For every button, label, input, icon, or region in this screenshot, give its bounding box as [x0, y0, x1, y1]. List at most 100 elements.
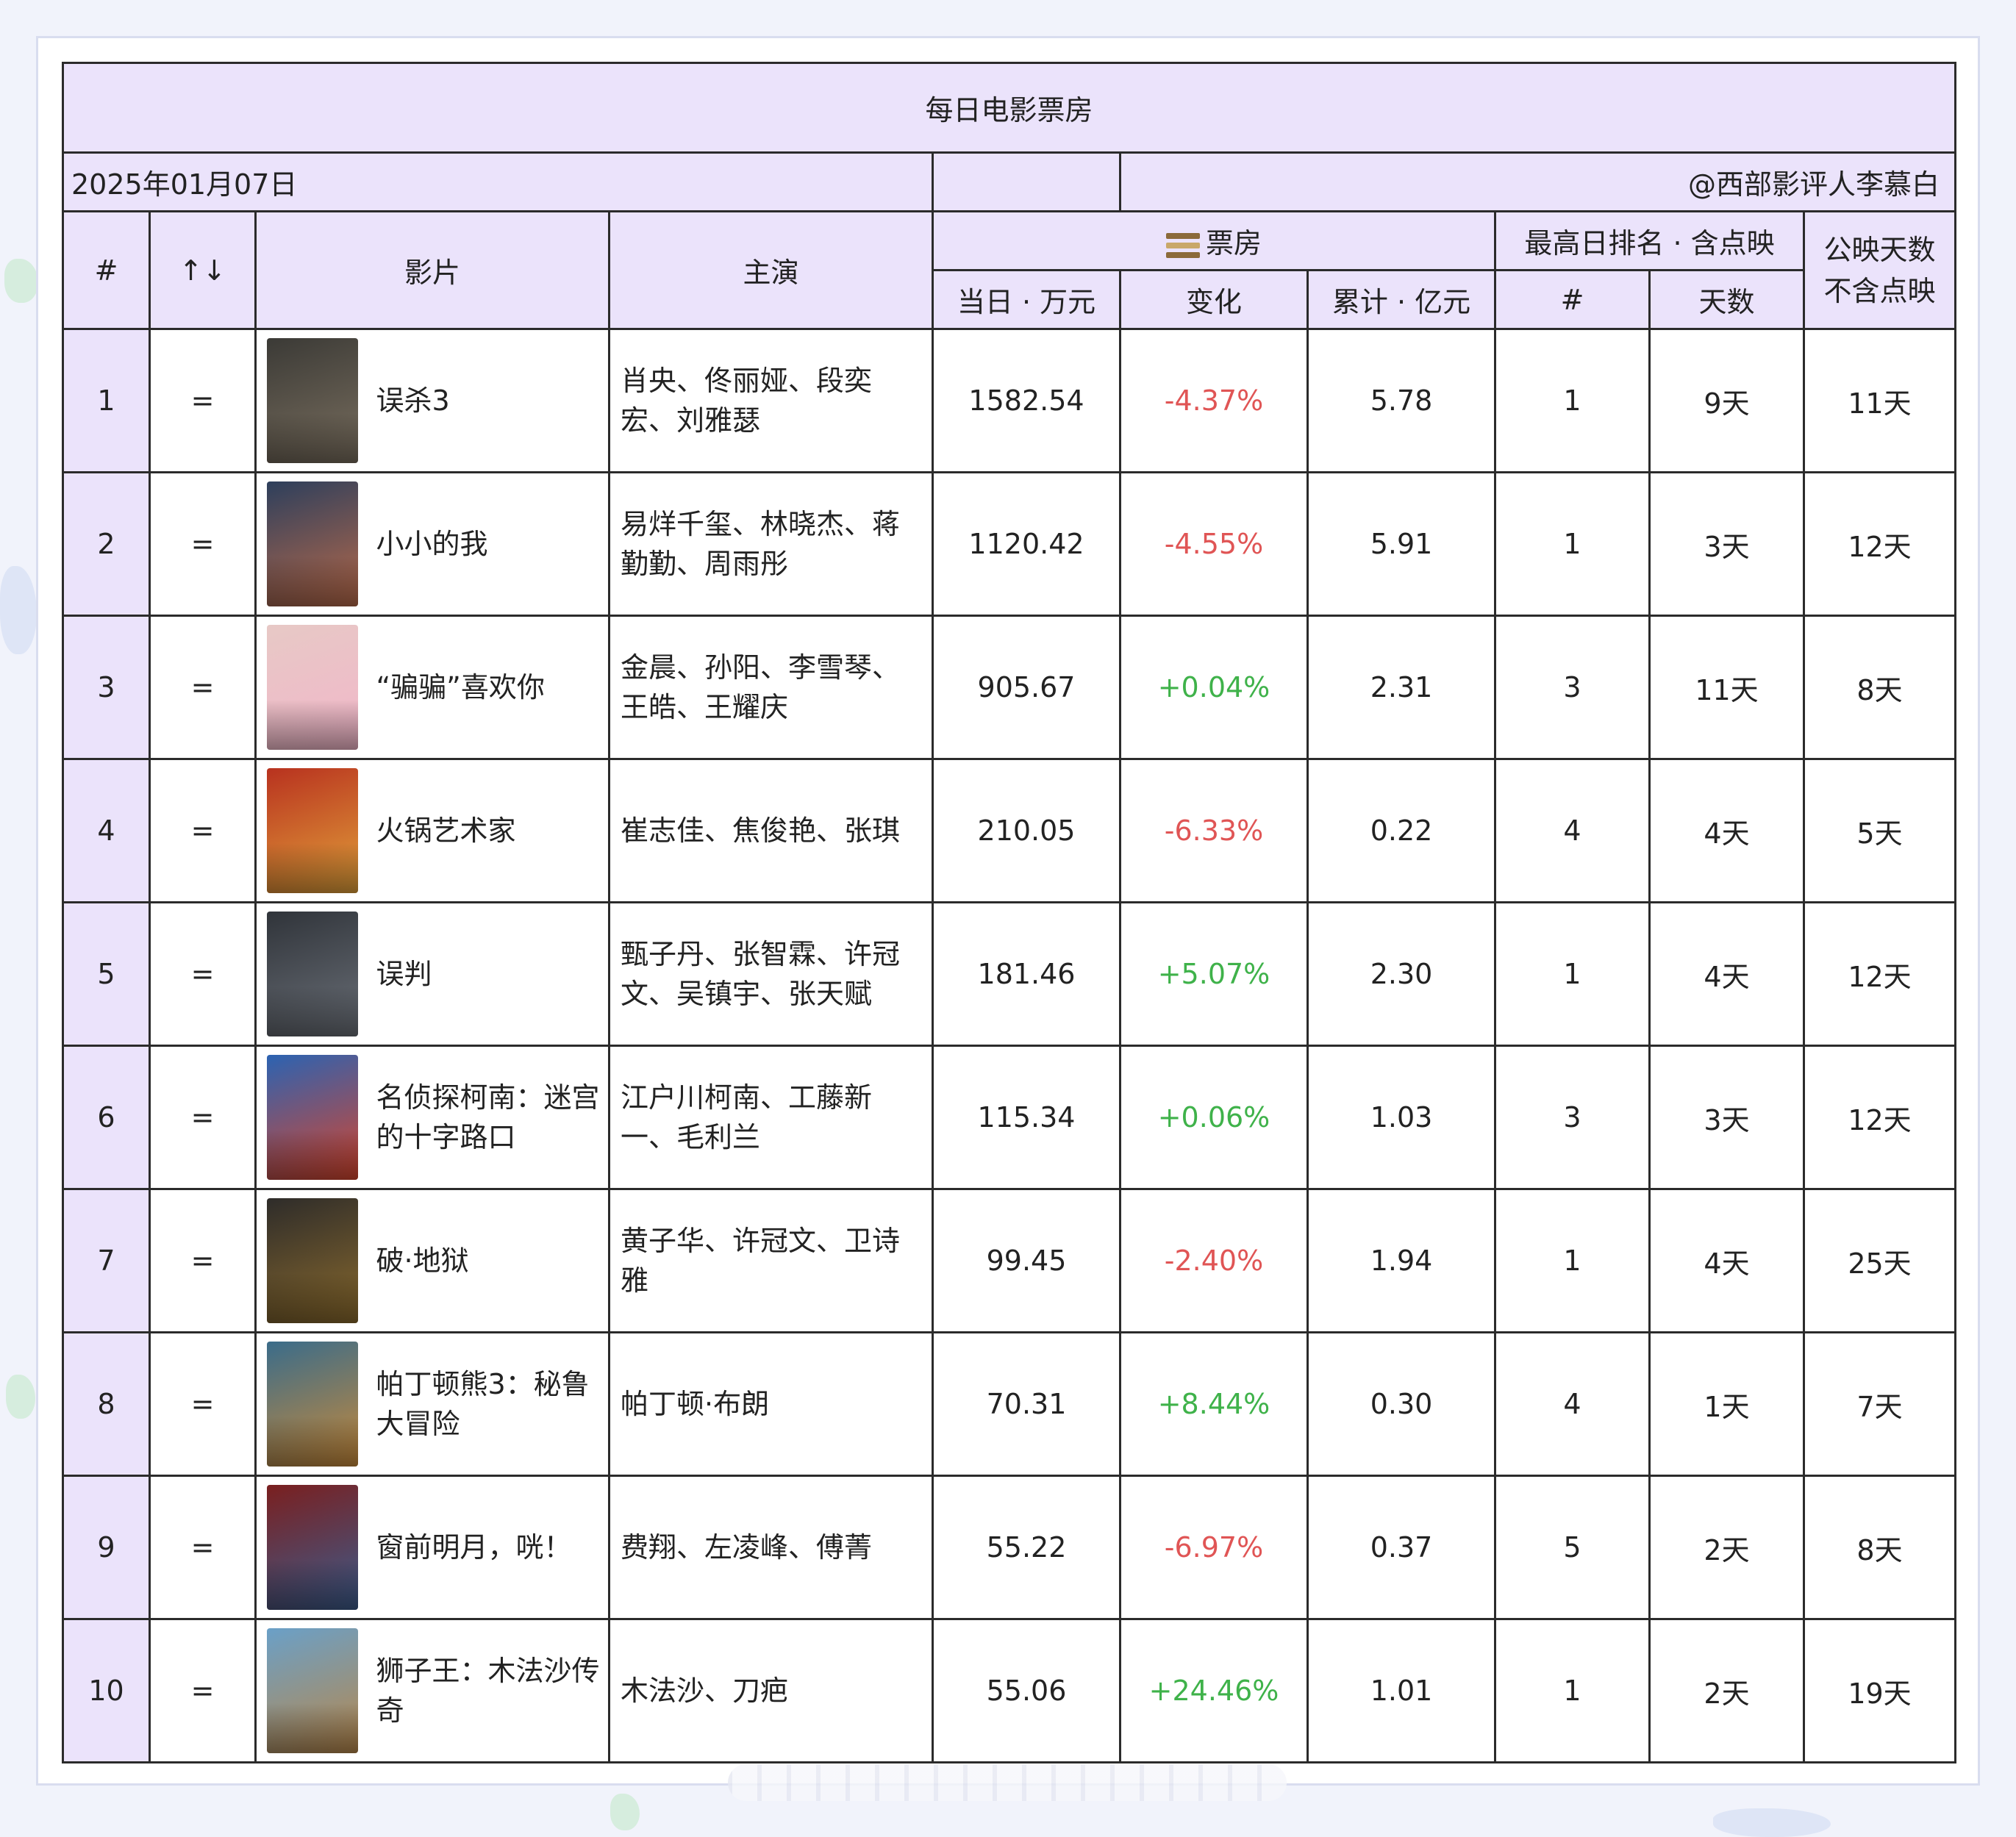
daily-boxoffice: 55.06 [932, 1618, 1121, 1763]
release-days-cell: 25天 [1802, 1188, 1957, 1333]
poster-cell [254, 1045, 369, 1190]
trend-cell: = [149, 1331, 257, 1477]
trend-cell: = [149, 1188, 257, 1333]
change-cell: +24.46% [1119, 1618, 1309, 1763]
total-boxoffice: 2.30 [1307, 901, 1496, 1047]
film-title[interactable]: “骗骗”喜欢你 [368, 615, 610, 760]
daily-boxoffice: 905.67 [932, 615, 1121, 760]
trend-cell: = [149, 758, 257, 903]
best-rank-cell: 4 [1494, 1331, 1651, 1477]
table-row[interactable]: 5 = 误判 甄子丹、张智霖、许冠文、吴镇宇、张天赋 181.46 +5.07% 2.30 1… [62, 901, 1957, 1047]
movie-poster[interactable] [267, 1342, 359, 1467]
best-rank-cell: 5 [1494, 1475, 1651, 1620]
movie-poster[interactable] [267, 1055, 359, 1180]
boxoffice-group-header: 票房 [932, 210, 1496, 271]
cast-header: 主演 [608, 210, 934, 330]
rank-cell: 5 [62, 901, 151, 1047]
poster-cell [254, 471, 369, 617]
best-rank-cell: 3 [1494, 615, 1651, 760]
cast-cell: 帕丁顿·布朗 [608, 1331, 934, 1477]
rank-cell: 4 [62, 758, 151, 903]
total-boxoffice: 0.30 [1307, 1331, 1496, 1477]
film-title[interactable]: 破·地狱 [368, 1188, 610, 1333]
best-rank-days-cell: 4天 [1648, 758, 1805, 903]
movie-poster[interactable] [267, 481, 359, 606]
best-rank-cell: 1 [1494, 901, 1651, 1047]
change-cell: -6.33% [1119, 758, 1309, 903]
rank-cell: 7 [62, 1188, 151, 1333]
daily-header: 当日 · 万元 [932, 269, 1121, 330]
change-cell: -6.97% [1119, 1475, 1309, 1620]
film-title[interactable]: 误杀3 [368, 328, 610, 473]
movie-poster[interactable] [267, 625, 359, 750]
table-row[interactable]: 3 = “骗骗”喜欢你 金晨、孙阳、李雪琴、王皓、王耀庆 905.67 +0.04% 2.3… [62, 615, 1957, 760]
table-row[interactable]: 4 = 火锅艺术家 崔志佳、焦俊艳、张琪 210.05 -6.33% 0.22 4 4天 5天 [62, 758, 1957, 903]
table-row[interactable]: 7 = 破·地狱 黄子华、许冠文、卫诗雅 99.45 -2.40% 1.94 1 4天 25天 [62, 1188, 1957, 1333]
trend-cell: = [149, 328, 257, 473]
film-title[interactable]: 名侦探柯南：迷宫的十字路口 [368, 1045, 610, 1190]
total-boxoffice: 1.03 [1307, 1045, 1496, 1190]
total-boxoffice: 1.01 [1307, 1618, 1496, 1763]
trend-header: ↑↓ [149, 210, 257, 330]
daily-boxoffice: 210.05 [932, 758, 1121, 903]
poster-cell [254, 1475, 369, 1620]
daily-boxoffice: 99.45 [932, 1188, 1121, 1333]
total-boxoffice: 2.31 [1307, 615, 1496, 760]
poster-cell [254, 1618, 369, 1763]
cast-cell: 甄子丹、张智霖、许冠文、吴镇宇、张天赋 [608, 901, 934, 1047]
release-days-cell: 8天 [1802, 615, 1957, 760]
meta-spacer [932, 151, 1121, 212]
movie-poster[interactable] [267, 768, 359, 893]
best-rank-days-header: 天数 [1648, 269, 1805, 330]
poster-cell [254, 1188, 369, 1333]
release-days-cell: 5天 [1802, 758, 1957, 903]
best-rank-header: # [1494, 269, 1651, 330]
movie-poster[interactable] [267, 1485, 359, 1610]
film-title[interactable]: 窗前明月，咣！ [368, 1475, 610, 1620]
best-rank-cell: 1 [1494, 471, 1651, 617]
film-header: 影片 [254, 210, 610, 330]
rank-cell: 3 [62, 615, 151, 760]
daily-boxoffice: 1120.42 [932, 471, 1121, 617]
boxoffice-group-label: 票房 [1205, 227, 1262, 259]
film-title[interactable]: 狮子王：木法沙传奇 [368, 1618, 610, 1763]
film-reel-icon [1165, 232, 1200, 259]
change-cell: -4.55% [1119, 471, 1309, 617]
author-handle[interactable]: @西部影评人李慕白 [1118, 151, 1957, 212]
best-rank-cell: 3 [1494, 1045, 1651, 1190]
table-row[interactable]: 10 = 狮子王：木法沙传奇 木法沙、刀疤 55.06 +24.46% 1.01 1 2天 19天 [62, 1618, 1957, 1763]
movie-poster[interactable] [267, 1198, 359, 1323]
table-row[interactable]: 1 = 误杀3 肖央、佟丽娅、段奕宏、刘雅瑟 1582.54 -4.37% 5.78 1 9天 1… [62, 328, 1957, 473]
movie-poster[interactable] [267, 912, 359, 1036]
total-boxoffice: 5.78 [1307, 328, 1496, 473]
release-days-cell: 12天 [1802, 471, 1957, 617]
watermark [728, 1764, 1287, 1801]
rank-cell: 6 [62, 1045, 151, 1190]
poster-cell [254, 901, 369, 1047]
film-title[interactable]: 帕丁顿熊3：秘鲁大冒险 [368, 1331, 610, 1477]
film-title[interactable]: 小小的我 [368, 471, 610, 617]
cast-cell: 黄子华、许冠文、卫诗雅 [608, 1188, 934, 1333]
change-cell: +0.06% [1119, 1045, 1309, 1190]
film-title[interactable]: 火锅艺术家 [368, 758, 610, 903]
cast-cell: 金晨、孙阳、李雪琴、王皓、王耀庆 [608, 615, 934, 760]
daily-boxoffice: 1582.54 [932, 328, 1121, 473]
rank-cell: 8 [62, 1331, 151, 1477]
best-rank-group-header: 最高日排名 · 含点映 [1494, 210, 1805, 271]
table-row[interactable]: 2 = 小小的我 易烊千玺、林晓杰、蒋勤勤、周雨彤 1120.42 -4.55% 5.91 1… [62, 471, 1957, 617]
table-row[interactable]: 8 = 帕丁顿熊3：秘鲁大冒险 帕丁顿·布朗 70.31 +8.44% 0.30 4 1天 7天 [62, 1331, 1957, 1477]
total-header: 累计 · 亿元 [1307, 269, 1496, 330]
table-row[interactable]: 9 = 窗前明月，咣！ 费翔、左凌峰、傅菁 55.22 -6.97% 0.37 5 2天 8天 [62, 1475, 1957, 1620]
trend-cell: = [149, 1618, 257, 1763]
film-title[interactable]: 误判 [368, 901, 610, 1047]
release-days-cell: 11天 [1802, 328, 1957, 473]
total-boxoffice: 5.91 [1307, 471, 1496, 617]
total-boxoffice: 0.37 [1307, 1475, 1496, 1620]
release-days-cell: 19天 [1802, 1618, 1957, 1763]
table-row[interactable]: 6 = 名侦探柯南：迷宫的十字路口 江户川柯南、工藤新一、毛利兰 115.34 +0.06… [62, 1045, 1957, 1190]
cast-cell: 江户川柯南、工藤新一、毛利兰 [608, 1045, 934, 1190]
release-days-cell: 12天 [1802, 1045, 1957, 1190]
cast-cell: 崔志佳、焦俊艳、张琪 [608, 758, 934, 903]
movie-poster[interactable] [267, 1628, 359, 1753]
movie-poster[interactable] [267, 338, 359, 463]
